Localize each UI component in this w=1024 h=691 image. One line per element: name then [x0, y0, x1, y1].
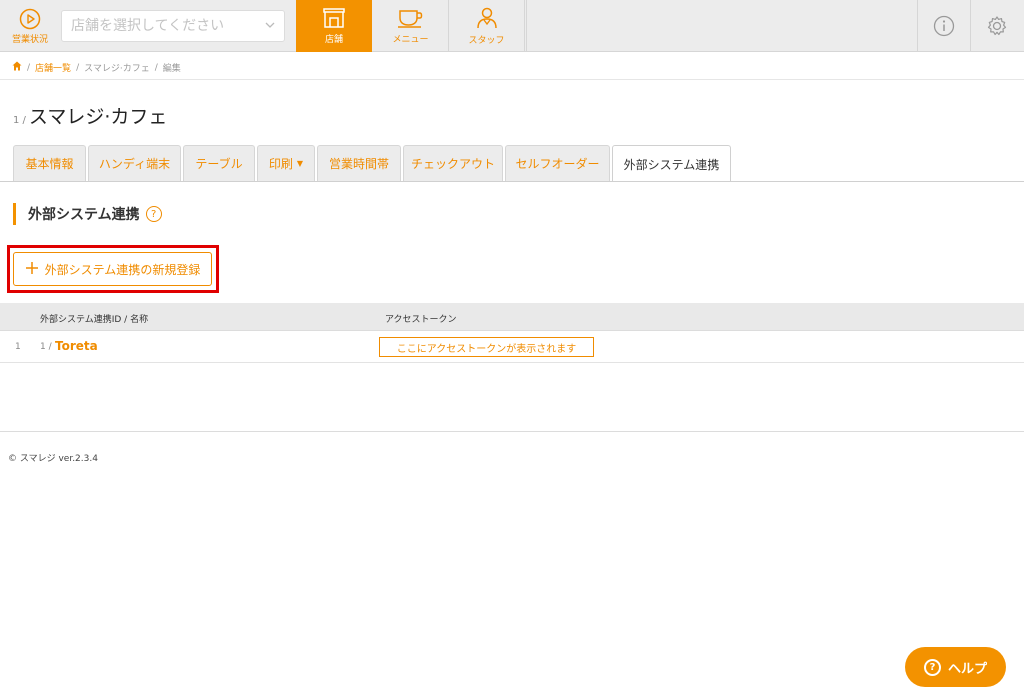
tab-self-order[interactable]: セルフオーダー: [505, 145, 610, 181]
business-status-button[interactable]: 営業状況: [0, 0, 60, 52]
store-id: 1 /: [13, 115, 26, 126]
tab-label: ハンディ端末: [98, 157, 171, 171]
tabs-divider: [0, 181, 1024, 182]
breadcrumb-store-name: スマレジ·カフェ: [84, 64, 150, 74]
tab-print[interactable]: 印刷 ▼: [257, 145, 315, 181]
table-row: 1 1 / Toreta ここにアクセストークンが表示されます: [0, 332, 1024, 363]
help-button-label: ヘルプ: [947, 661, 987, 677]
tab-label: テーブル: [195, 157, 243, 171]
section-title: 外部システム連携: [28, 207, 140, 223]
plus-icon: [25, 259, 39, 280]
settings-button[interactable]: [970, 0, 1023, 52]
page-title: 1 / スマレジ·カフェ: [13, 102, 167, 129]
info-icon: [933, 15, 955, 37]
table-header: 外部システム連携ID / 名称 アクセストークン: [0, 303, 1024, 331]
breadcrumb: / 店舗一覧 / スマレジ·カフェ / 編集: [12, 61, 181, 74]
tab-table[interactable]: テーブル: [183, 145, 255, 181]
column-header-id-name: 外部システム連携ID / 名称: [40, 315, 149, 325]
home-icon[interactable]: [12, 61, 22, 74]
tab-label: チェックアウト: [410, 157, 495, 171]
play-circle-icon: [19, 8, 41, 29]
tab-label: 印刷: [268, 157, 293, 171]
breadcrumb-separator: /: [27, 62, 31, 73]
tab-label: 営業時間帯: [328, 157, 389, 171]
tab-business-hours[interactable]: 営業時間帯: [317, 145, 401, 181]
section-header: 外部システム連携 ?: [13, 203, 162, 225]
chevron-down-icon: [264, 11, 276, 53]
add-external-system-label: 外部システム連携の新規登録: [44, 262, 201, 277]
row-name-link[interactable]: Toreta: [55, 339, 98, 353]
tab-label: 基本情報: [25, 157, 74, 171]
nav-tab-stores[interactable]: 店舗: [296, 0, 372, 52]
footer-divider: [0, 431, 1024, 432]
tab-checkout[interactable]: チェックアウト: [403, 145, 503, 181]
footer-copyright: © スマレジ ver.2.3.4: [8, 454, 98, 464]
breadcrumb-separator: /: [154, 62, 158, 73]
breadcrumb-store-list[interactable]: 店舗一覧: [35, 61, 71, 74]
coffee-cup-icon: [397, 10, 422, 28]
add-external-system-button[interactable]: 外部システム連携の新規登録: [13, 252, 212, 286]
breadcrumb-divider: [0, 79, 1024, 80]
breadcrumb-separator: /: [76, 62, 80, 73]
store-select-placeholder: 店舗を選択してください: [71, 18, 225, 34]
nav-tab-staff-label: スタッフ: [468, 36, 505, 46]
question-circle-icon: ?: [923, 658, 941, 676]
business-status-label: 営業状況: [11, 34, 48, 45]
store-select[interactable]: 店舗を選択してください: [61, 10, 285, 42]
help-button[interactable]: ? ヘルプ: [905, 647, 1006, 687]
gear-icon: [987, 16, 1007, 36]
question-circle-icon[interactable]: ?: [145, 206, 162, 222]
row-number: 1: [15, 342, 21, 352]
tab-external-system[interactable]: 外部システム連携: [612, 145, 731, 182]
top-bar: 営業状況 店舗を選択してください 店舗 メニュー スタッフ: [0, 0, 1024, 52]
store-icon: [323, 8, 345, 28]
tab-handy-terminal[interactable]: ハンディ端末: [88, 145, 181, 181]
tab-label: セルフオーダー: [515, 157, 600, 171]
tab-label: 外部システム連携: [623, 157, 720, 172]
store-name: スマレジ·カフェ: [28, 106, 168, 128]
access-token-box[interactable]: ここにアクセストークンが表示されます: [379, 337, 594, 357]
nav-tab-stores-label: 店舗: [324, 35, 343, 45]
breadcrumb-edit: 編集: [162, 64, 181, 74]
nav-tab-menu[interactable]: メニュー: [373, 0, 449, 52]
nav-tab-menu-label: メニュー: [392, 35, 429, 45]
row-id: 1 /: [40, 342, 52, 352]
staff-icon: [476, 7, 497, 29]
nav-tab-staff[interactable]: スタッフ: [449, 0, 525, 52]
nav-divider: [526, 0, 527, 52]
column-header-access-token: アクセストークン: [385, 315, 457, 325]
tab-basic-info[interactable]: 基本情報: [13, 145, 86, 181]
info-button[interactable]: [917, 0, 970, 52]
caret-down-icon: ▼: [296, 159, 304, 168]
